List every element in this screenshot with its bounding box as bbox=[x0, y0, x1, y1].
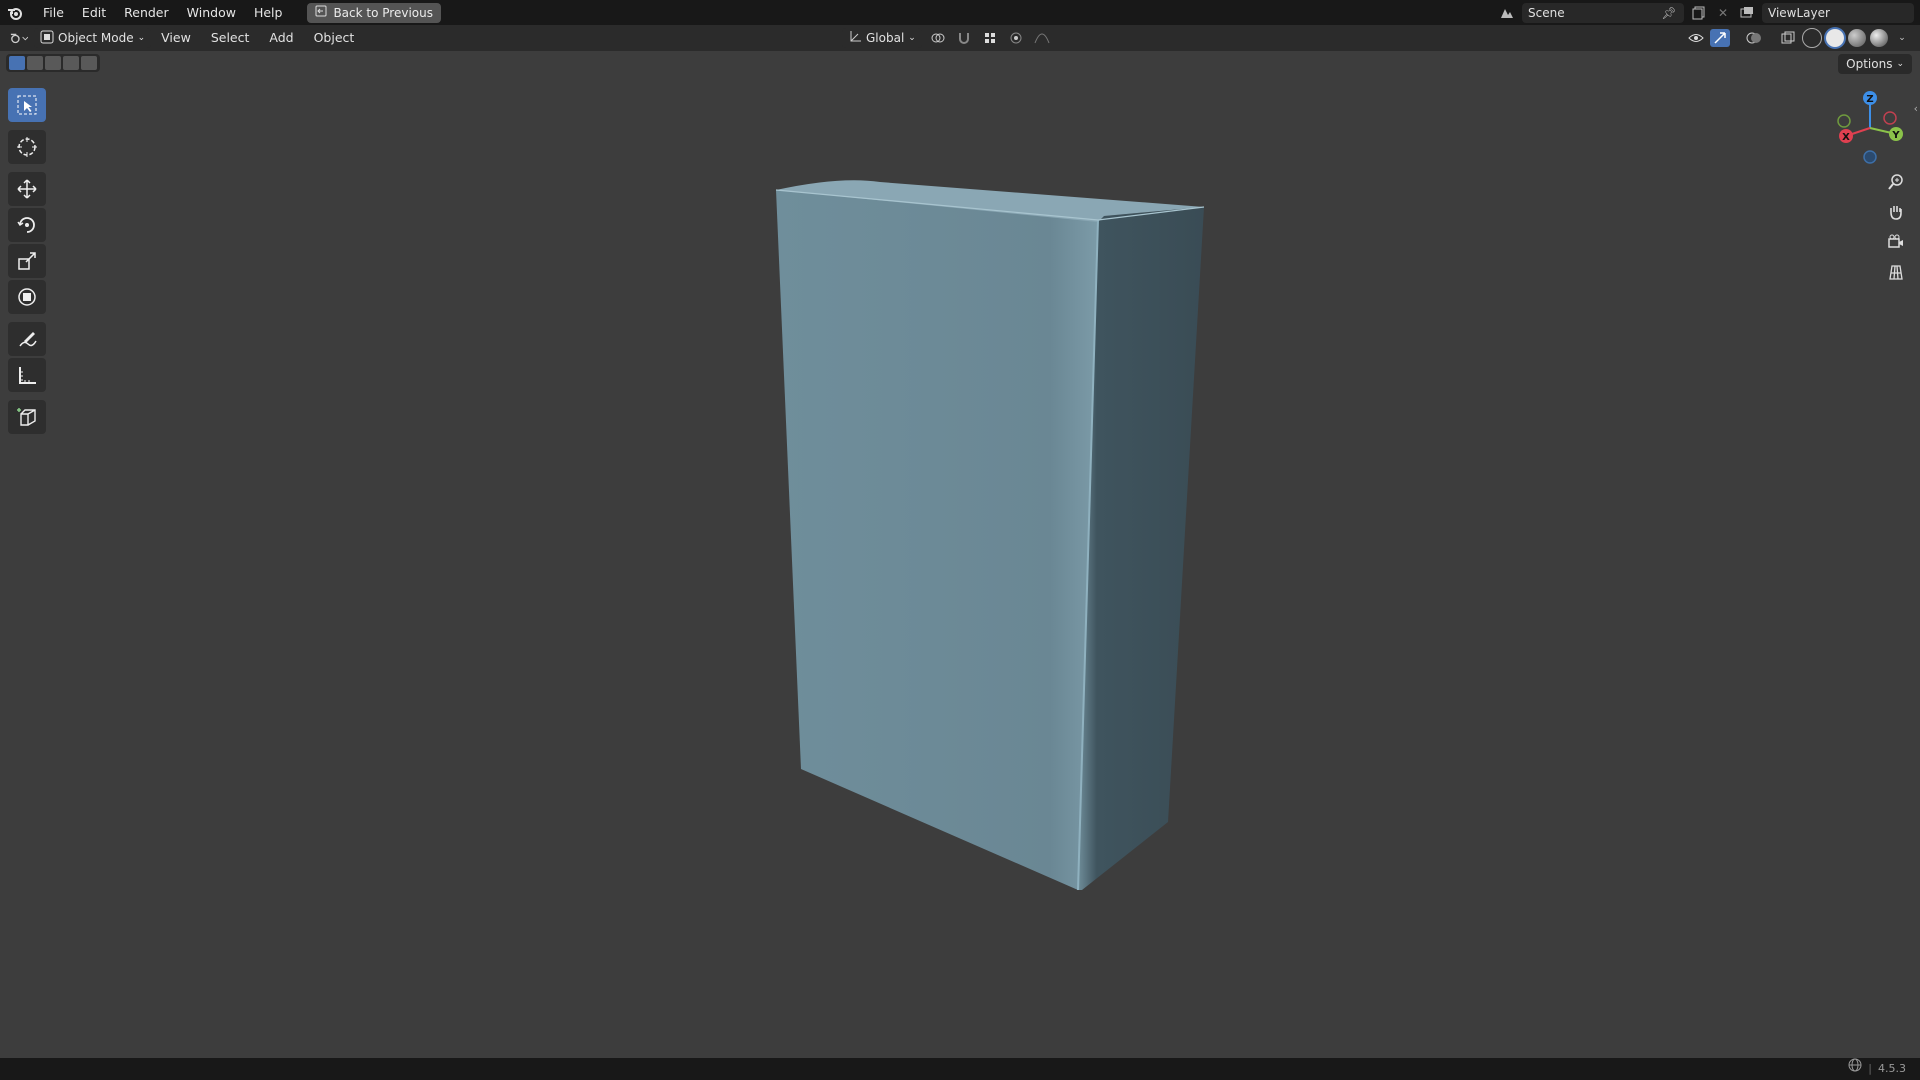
chevron-down-icon: ⌄ bbox=[1896, 59, 1904, 69]
scene-selector-icon[interactable] bbox=[1498, 4, 1516, 22]
options-dropdown[interactable]: Options ⌄ bbox=[1838, 54, 1912, 74]
snap-toggle-icon[interactable] bbox=[954, 29, 974, 47]
top-bar: File Edit Render Window Help Back to Pre… bbox=[0, 0, 1920, 25]
annotate-tool[interactable] bbox=[8, 322, 46, 356]
pan-hand-icon[interactable] bbox=[1882, 198, 1910, 226]
select-subtract-icon[interactable] bbox=[45, 56, 61, 70]
pivot-point-icon[interactable] bbox=[928, 29, 948, 47]
header-menu-add[interactable]: Add bbox=[259, 25, 303, 51]
menu-help[interactable]: Help bbox=[245, 0, 292, 25]
version-label: 4.5.3 bbox=[1878, 1062, 1906, 1075]
rotate-icon bbox=[17, 217, 35, 233]
selection-mode-buttons bbox=[6, 54, 100, 72]
falloff-icon[interactable] bbox=[1032, 29, 1052, 47]
x-axis-label: X bbox=[1842, 132, 1850, 143]
scale-tool[interactable] bbox=[8, 244, 46, 278]
status-bar: | 4.5.3 bbox=[0, 1058, 1920, 1080]
header-menu-object[interactable]: Object bbox=[304, 25, 365, 51]
viewport-header: Object Mode ⌄ View Select Add Object Glo… bbox=[0, 25, 1920, 51]
menu-window[interactable]: Window bbox=[178, 0, 245, 25]
transform-tool[interactable] bbox=[8, 280, 46, 314]
menu-edit[interactable]: Edit bbox=[73, 0, 115, 25]
material-shading-icon[interactable] bbox=[1848, 29, 1866, 47]
box-top-face bbox=[776, 180, 1204, 222]
scene-name: Scene bbox=[1528, 5, 1565, 20]
box-object[interactable] bbox=[0, 0, 1920, 1080]
rendered-shading-icon[interactable] bbox=[1870, 29, 1888, 47]
options-label: Options bbox=[1846, 57, 1893, 71]
select-extend-icon[interactable] bbox=[27, 56, 43, 70]
back-icon bbox=[315, 5, 327, 20]
cursor-icon bbox=[17, 137, 37, 157]
menu-render[interactable]: Render bbox=[115, 0, 178, 25]
zoom-icon[interactable] bbox=[1882, 168, 1910, 196]
solid-shading-icon[interactable] bbox=[1826, 29, 1844, 47]
globe-icon bbox=[1848, 1058, 1862, 1080]
add-cube-tool[interactable] bbox=[8, 400, 46, 434]
back-to-previous-label: Back to Previous bbox=[333, 5, 433, 20]
add-cube-icon bbox=[17, 408, 36, 426]
blender-logo-icon[interactable] bbox=[0, 0, 30, 25]
chevron-down-icon: ⌄ bbox=[137, 33, 146, 43]
rotate-tool[interactable] bbox=[8, 208, 46, 242]
measure-icon bbox=[19, 367, 36, 384]
sidebar-toggle-icon[interactable]: ‹ bbox=[1914, 102, 1918, 115]
neg-y-handle[interactable] bbox=[1837, 114, 1851, 128]
new-scene-icon[interactable] bbox=[1690, 4, 1708, 22]
object-mode-icon bbox=[40, 30, 54, 47]
move-tool[interactable] bbox=[8, 172, 46, 206]
select-box-icon bbox=[17, 95, 37, 115]
view-layer-name: ViewLayer bbox=[1768, 5, 1830, 20]
view-layer-field[interactable]: ViewLayer bbox=[1762, 2, 1914, 23]
y-axis-label: Y bbox=[1891, 130, 1900, 141]
wireframe-shading-icon[interactable] bbox=[1802, 28, 1822, 48]
perspective-toggle-icon[interactable] bbox=[1882, 258, 1910, 286]
box-front-face bbox=[776, 190, 1098, 890]
editor-type-icon[interactable] bbox=[10, 29, 28, 47]
menu-file[interactable]: File bbox=[34, 0, 73, 25]
header-menu-select[interactable]: Select bbox=[201, 25, 260, 51]
box-side-face bbox=[1078, 207, 1204, 890]
scene-field[interactable]: Scene 📌︎ bbox=[1522, 2, 1684, 23]
transform-orientation-dropdown[interactable]: Global ⌄ bbox=[842, 28, 922, 48]
navigation-gizmo[interactable]: Z Y X bbox=[1830, 88, 1910, 168]
view-layer-selector-icon[interactable] bbox=[1738, 4, 1756, 22]
object-mode-dropdown[interactable]: Object Mode ⌄ bbox=[34, 28, 152, 48]
header-menu-view[interactable]: View bbox=[151, 25, 201, 51]
back-to-previous-button[interactable]: Back to Previous bbox=[307, 2, 441, 23]
select-new-icon[interactable] bbox=[9, 56, 25, 70]
pin-icon[interactable]: 📌︎ bbox=[1660, 4, 1678, 22]
select-invert-icon[interactable] bbox=[63, 56, 79, 70]
z-axis-label: Z bbox=[1866, 94, 1873, 105]
shading-options-chevron-icon[interactable]: ⌄ bbox=[1892, 29, 1912, 47]
scale-icon bbox=[18, 252, 36, 270]
version-info: | 4.5.3 bbox=[1848, 1058, 1906, 1080]
cursor-tool[interactable] bbox=[8, 130, 46, 164]
show-overlays-icon[interactable] bbox=[1744, 29, 1764, 47]
snap-target-icon[interactable] bbox=[980, 29, 1000, 47]
transform-icon bbox=[18, 288, 36, 306]
annotate-icon bbox=[19, 332, 37, 347]
orientation-icon bbox=[848, 30, 862, 47]
object-mode-label: Object Mode bbox=[58, 31, 134, 45]
delete-scene-icon[interactable]: ✕ bbox=[1714, 4, 1732, 22]
chevron-down-icon: ⌄ bbox=[908, 33, 916, 43]
orientation-label: Global bbox=[866, 31, 905, 45]
move-icon bbox=[17, 179, 37, 199]
camera-view-icon[interactable] bbox=[1882, 228, 1910, 256]
neg-z-handle[interactable] bbox=[1863, 150, 1877, 164]
proportional-editing-icon[interactable] bbox=[1006, 29, 1026, 47]
select-intersect-icon[interactable] bbox=[81, 56, 97, 70]
xray-toggle-icon[interactable] bbox=[1778, 29, 1798, 47]
object-visibility-icon[interactable] bbox=[1686, 29, 1706, 47]
show-gizmo-icon[interactable] bbox=[1710, 29, 1730, 47]
measure-tool[interactable] bbox=[8, 358, 46, 392]
tool-shelf bbox=[8, 88, 48, 436]
select-box-tool[interactable] bbox=[8, 88, 46, 122]
neg-x-handle[interactable] bbox=[1883, 111, 1897, 125]
